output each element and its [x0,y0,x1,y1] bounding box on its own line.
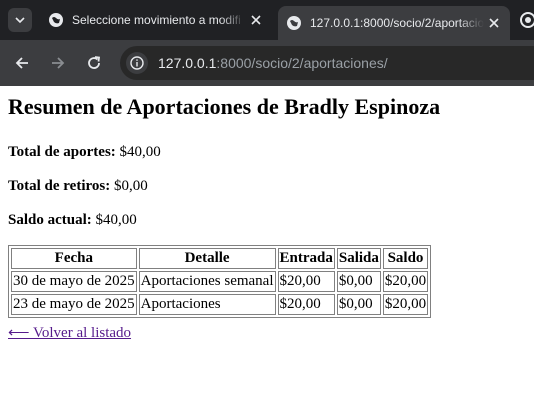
reload-button[interactable] [82,51,106,75]
arrow-right-icon [52,57,65,69]
back-to-list-link[interactable]: ⟵ Volver al listado [8,323,131,342]
page-content: Resumen de Aportaciones de Bradly Espino… [8,86,441,341]
cell-salida: $0,00 [336,294,381,315]
cell-entrada: $20,00 [277,271,335,292]
chevron-down-icon [15,17,25,24]
globe-icon [49,13,63,27]
url-host: 127.0.0.1 [158,55,217,71]
cell-salida: $0,00 [336,271,381,292]
cell-fecha: 30 de mayo de 2025 [11,271,137,292]
stat-label: Total de aportes: [8,144,116,160]
page-title: Resumen de Aportaciones de Bradly Espino… [8,94,441,119]
browser-toolbar: 127.0.0.1:8000/socio/2/aportaciones/ [0,40,534,86]
stat-label: Saldo actual: [8,212,92,228]
tab-title: Seleccione movimiento a modifi [72,13,241,27]
cell-saldo: $20,00 [382,271,429,292]
stat-value: $40,00 [119,144,161,160]
column-header: Detalle [138,248,276,269]
aportaciones-table: Fecha Detalle Entrada Salida Saldo 30 de… [8,245,432,318]
url-text: 127.0.0.1:8000/socio/2/aportaciones/ [158,55,388,71]
url-path: :8000/socio/2/aportaciones/ [216,55,388,71]
saldo-actual: Saldo actual: $40,00 [8,211,137,229]
table-header-row: Fecha Detalle Entrada Salida Saldo [11,248,429,269]
column-header: Fecha [11,248,137,269]
reload-icon [88,56,101,69]
tab-active[interactable]: 127.0.0.1:8000/socio/2/aportaciones/ [278,6,510,40]
column-header: Entrada [277,248,335,269]
tab-inactive[interactable]: Seleccione movimiento a modifi [40,6,272,34]
cell-detalle: Aportaciones [138,294,276,315]
stat-label: Total de retiros: [8,178,111,194]
stat-value: $40,00 [95,212,137,228]
tab-title: 127.0.0.1:8000/socio/2/aportaciones/ [310,16,484,30]
address-bar[interactable]: 127.0.0.1:8000/socio/2/aportaciones/ [120,46,534,80]
tab-search-button[interactable] [8,8,32,32]
column-header: Salida [336,248,381,269]
stat-value: $0,00 [113,178,148,194]
cell-saldo: $20,00 [382,294,429,315]
back-button[interactable] [10,51,34,75]
total-aportes: Total de aportes: $40,00 [8,143,161,161]
info-icon [130,56,144,70]
cell-detalle: Aportaciones semanal [138,271,276,292]
tab-favicon-partial-icon[interactable] [518,10,534,30]
total-retiros: Total de retiros: $0,00 [8,177,148,195]
close-icon[interactable] [246,10,266,30]
forward-button[interactable] [46,51,70,75]
close-icon[interactable] [484,13,504,33]
site-info-button[interactable] [126,52,148,74]
globe-icon [287,16,301,30]
tab-strip: Seleccione movimiento a modifi 127.0.0.1… [0,0,534,40]
table-row: 30 de mayo de 2025 Aportaciones semanal … [11,271,429,292]
arrow-left-icon [15,57,28,69]
cell-fecha: 23 de mayo de 2025 [11,294,137,315]
table-row: 23 de mayo de 2025 Aportaciones $20,00 $… [11,294,429,315]
column-header: Saldo [382,248,429,269]
cell-entrada: $20,00 [277,294,335,315]
